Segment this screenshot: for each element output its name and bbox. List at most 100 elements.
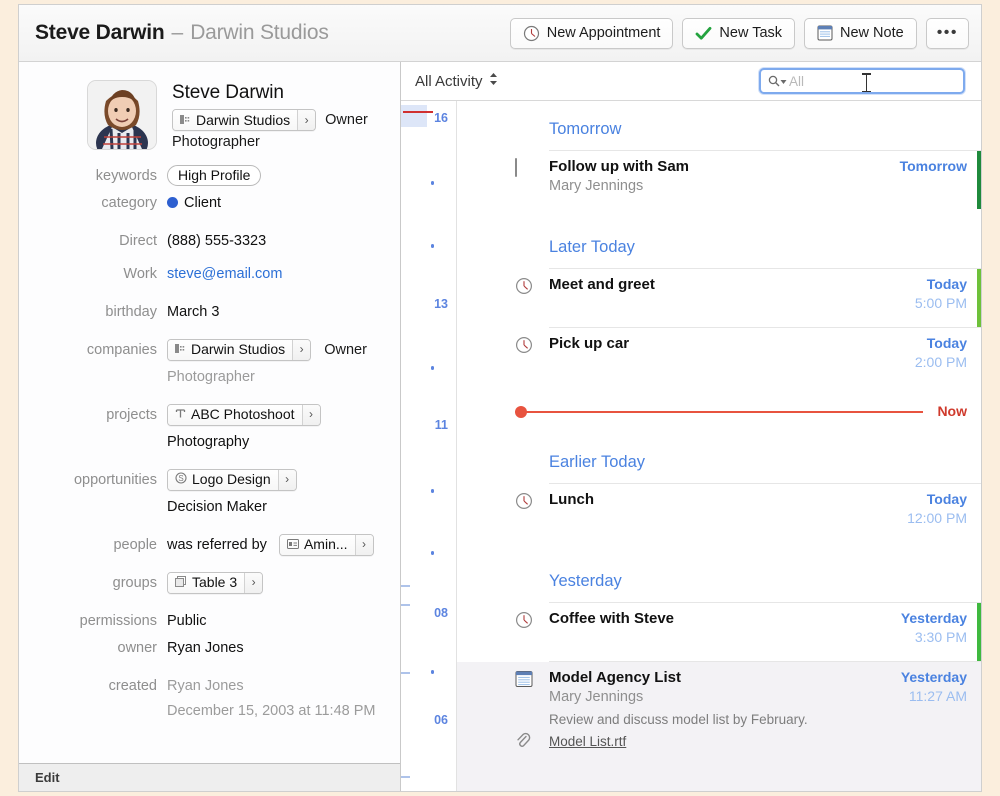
created-by: Ryan Jones bbox=[167, 678, 244, 694]
activity-item-subtitle: Mary Jennings bbox=[549, 178, 644, 194]
companies-chip[interactable]: Darwin Studios › bbox=[167, 338, 312, 361]
checkbox-icon[interactable] bbox=[515, 158, 517, 177]
projects-subtitle: Photography bbox=[167, 434, 250, 450]
activity-item-appointment[interactable]: Pick up car Today 2:00 PM bbox=[457, 328, 981, 386]
more-actions-button[interactable]: ••• bbox=[925, 17, 969, 49]
field-direct-value: (888) 555-3323 bbox=[167, 233, 267, 249]
contact-name: Steve Darwin bbox=[172, 82, 284, 103]
field-category: category Client bbox=[29, 191, 386, 216]
field-companies-label: companies bbox=[86, 342, 157, 358]
search-placeholder: All bbox=[789, 73, 805, 89]
field-owner: owner Ryan Jones bbox=[29, 636, 386, 661]
chevron-right-icon[interactable]: › bbox=[297, 110, 316, 130]
field-keywords: keywords High Profile bbox=[29, 164, 386, 189]
company-chip-label: Darwin Studios bbox=[196, 112, 291, 128]
company-role: Owner bbox=[325, 112, 368, 128]
activity-header: All Activity All bbox=[401, 62, 981, 101]
section-header-yesterday: Yesterday bbox=[549, 572, 622, 590]
chevron-right-icon[interactable]: › bbox=[354, 534, 373, 555]
field-opportunities-sub: Decision Maker bbox=[29, 495, 386, 520]
search-input[interactable]: All bbox=[759, 68, 965, 94]
field-created-label: created bbox=[108, 678, 157, 694]
timeline-gutter[interactable]: 16 13 11 08 06 bbox=[401, 101, 457, 791]
activity-item-when: Yesterday bbox=[900, 669, 967, 685]
new-appointment-button[interactable]: New Appointment bbox=[509, 17, 674, 49]
activity-item-title: Pick up car bbox=[549, 335, 630, 352]
field-projects-sub: Photography bbox=[29, 430, 386, 455]
activity-item-appointment[interactable]: Meet and greet Today 5:00 PM bbox=[457, 269, 981, 327]
new-task-button[interactable]: New Task bbox=[682, 17, 796, 49]
title-separator: – bbox=[171, 21, 184, 44]
timeline-minimap[interactable] bbox=[401, 105, 427, 127]
contact-card-icon bbox=[286, 535, 299, 555]
field-people-value: was referred by Amin... › bbox=[167, 533, 386, 558]
contact-info-scroll[interactable]: Steve Darwin Darwin Studios › Owner Phot… bbox=[19, 62, 400, 763]
field-work-value[interactable]: steve@email.com bbox=[167, 262, 386, 287]
people-chip-main[interactable]: Amin... bbox=[279, 534, 355, 555]
activity-item-when: Today bbox=[926, 276, 967, 292]
activity-item-appointment[interactable]: Lunch Today 12:00 PM bbox=[457, 484, 981, 542]
field-gap-3 bbox=[29, 289, 386, 300]
opportunities-chip[interactable]: S Logo Design › bbox=[167, 468, 297, 491]
opportunities-chip-main[interactable]: S Logo Design bbox=[168, 469, 278, 490]
groups-chip-label: Table 3 bbox=[192, 574, 238, 590]
gutter-dot bbox=[430, 551, 434, 555]
activity-pane: All Activity All 16 13 11 08 06 Tomorrow… bbox=[401, 62, 981, 791]
field-birthday-value: March 3 bbox=[167, 304, 220, 320]
chevron-right-icon[interactable]: › bbox=[292, 339, 311, 360]
field-gap-6 bbox=[29, 457, 386, 468]
activity-item-when: Tomorrow bbox=[899, 158, 967, 174]
gutter-hour-label: 16 bbox=[434, 111, 448, 125]
field-opportunities: opportunities S Logo Design › bbox=[29, 468, 386, 493]
chevron-right-icon[interactable]: › bbox=[301, 404, 320, 425]
field-permissions-value: Public bbox=[167, 613, 207, 629]
field-direct: Direct (888) 555-3323 bbox=[29, 229, 386, 254]
chevron-right-icon[interactable]: › bbox=[244, 572, 263, 593]
projects-chip-main[interactable]: ABC Photoshoot bbox=[168, 404, 302, 425]
section-header-earlier-today: Earlier Today bbox=[549, 453, 645, 471]
gutter-dot bbox=[430, 670, 434, 674]
activity-item-inner: Pick up car Today 2:00 PM bbox=[457, 328, 981, 386]
text-cursor-icon bbox=[862, 73, 871, 92]
avatar bbox=[87, 80, 157, 150]
field-projects: projects ABC Photoshoot › bbox=[29, 403, 386, 428]
window-body: Steve Darwin Darwin Studios › Owner Phot… bbox=[19, 62, 981, 791]
field-work: Work steve@email.com bbox=[29, 262, 386, 287]
edit-bar[interactable]: Edit bbox=[19, 763, 400, 791]
company-chip[interactable]: Darwin Studios › bbox=[172, 109, 317, 131]
field-owner-value: Ryan Jones bbox=[167, 640, 244, 656]
projects-chip[interactable]: ABC Photoshoot › bbox=[167, 403, 321, 426]
created-timestamp: December 15, 2003 at 11:48 PM bbox=[167, 703, 376, 719]
groups-chip[interactable]: Table 3 › bbox=[167, 571, 264, 594]
chevron-right-icon[interactable]: › bbox=[277, 469, 296, 490]
activity-feed[interactable]: Tomorrow Follow up with Sam Mary Jenning… bbox=[457, 101, 981, 791]
activity-filter-dropdown[interactable]: All Activity bbox=[415, 72, 498, 90]
category-text: Client bbox=[184, 195, 222, 211]
activity-item-task[interactable]: Follow up with Sam Mary Jennings Tomorro… bbox=[457, 151, 981, 209]
groups-chip-main[interactable]: Table 3 bbox=[168, 572, 245, 593]
activity-item-accent-bar bbox=[977, 151, 981, 209]
dollar-icon: S bbox=[175, 470, 187, 490]
activity-item-note[interactable]: Model Agency List Mary Jennings Review a… bbox=[457, 662, 981, 791]
activity-item-time: 3:30 PM bbox=[914, 629, 967, 645]
activity-item-time: 12:00 PM bbox=[907, 510, 967, 526]
companies-chip-main[interactable]: Darwin Studios bbox=[168, 339, 293, 360]
check-icon bbox=[695, 25, 712, 42]
field-opportunities-label: opportunities bbox=[73, 472, 157, 488]
activity-item-attachment[interactable]: Model List.rtf bbox=[549, 734, 626, 749]
activity-item-when: Today bbox=[926, 335, 967, 351]
field-projects-value: ABC Photoshoot › bbox=[167, 403, 386, 428]
field-owner-label: owner bbox=[117, 640, 158, 656]
clock-icon bbox=[515, 336, 533, 359]
keyword-pill[interactable]: High Profile bbox=[167, 165, 262, 186]
opportunities-chip-label: Logo Design bbox=[192, 471, 271, 487]
activity-item-appointment[interactable]: Coffee with Steve Yesterday 3:30 PM bbox=[457, 603, 981, 661]
ellipsis-icon: ••• bbox=[936, 24, 958, 41]
profile-info: Steve Darwin Darwin Studios › Owner Phot… bbox=[172, 80, 368, 150]
search-scope-chevron-icon[interactable] bbox=[780, 72, 787, 90]
company-chip-main[interactable]: Darwin Studios bbox=[173, 110, 298, 130]
new-note-button[interactable]: New Note bbox=[804, 17, 917, 49]
gutter-dot bbox=[430, 489, 434, 493]
activity-item-inner: Model Agency List Mary Jennings Review a… bbox=[457, 662, 981, 791]
people-chip[interactable]: Amin... › bbox=[278, 533, 374, 556]
